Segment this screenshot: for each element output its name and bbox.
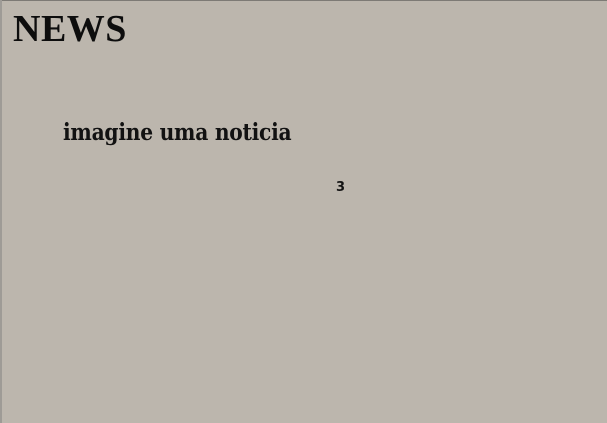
news-counter: 3 [336, 180, 346, 195]
page-title: NEWS [13, 8, 127, 50]
news-headline: imagine uma noticia [63, 119, 292, 146]
news-page: NEWS imagine uma noticia 3 [2, 0, 607, 423]
